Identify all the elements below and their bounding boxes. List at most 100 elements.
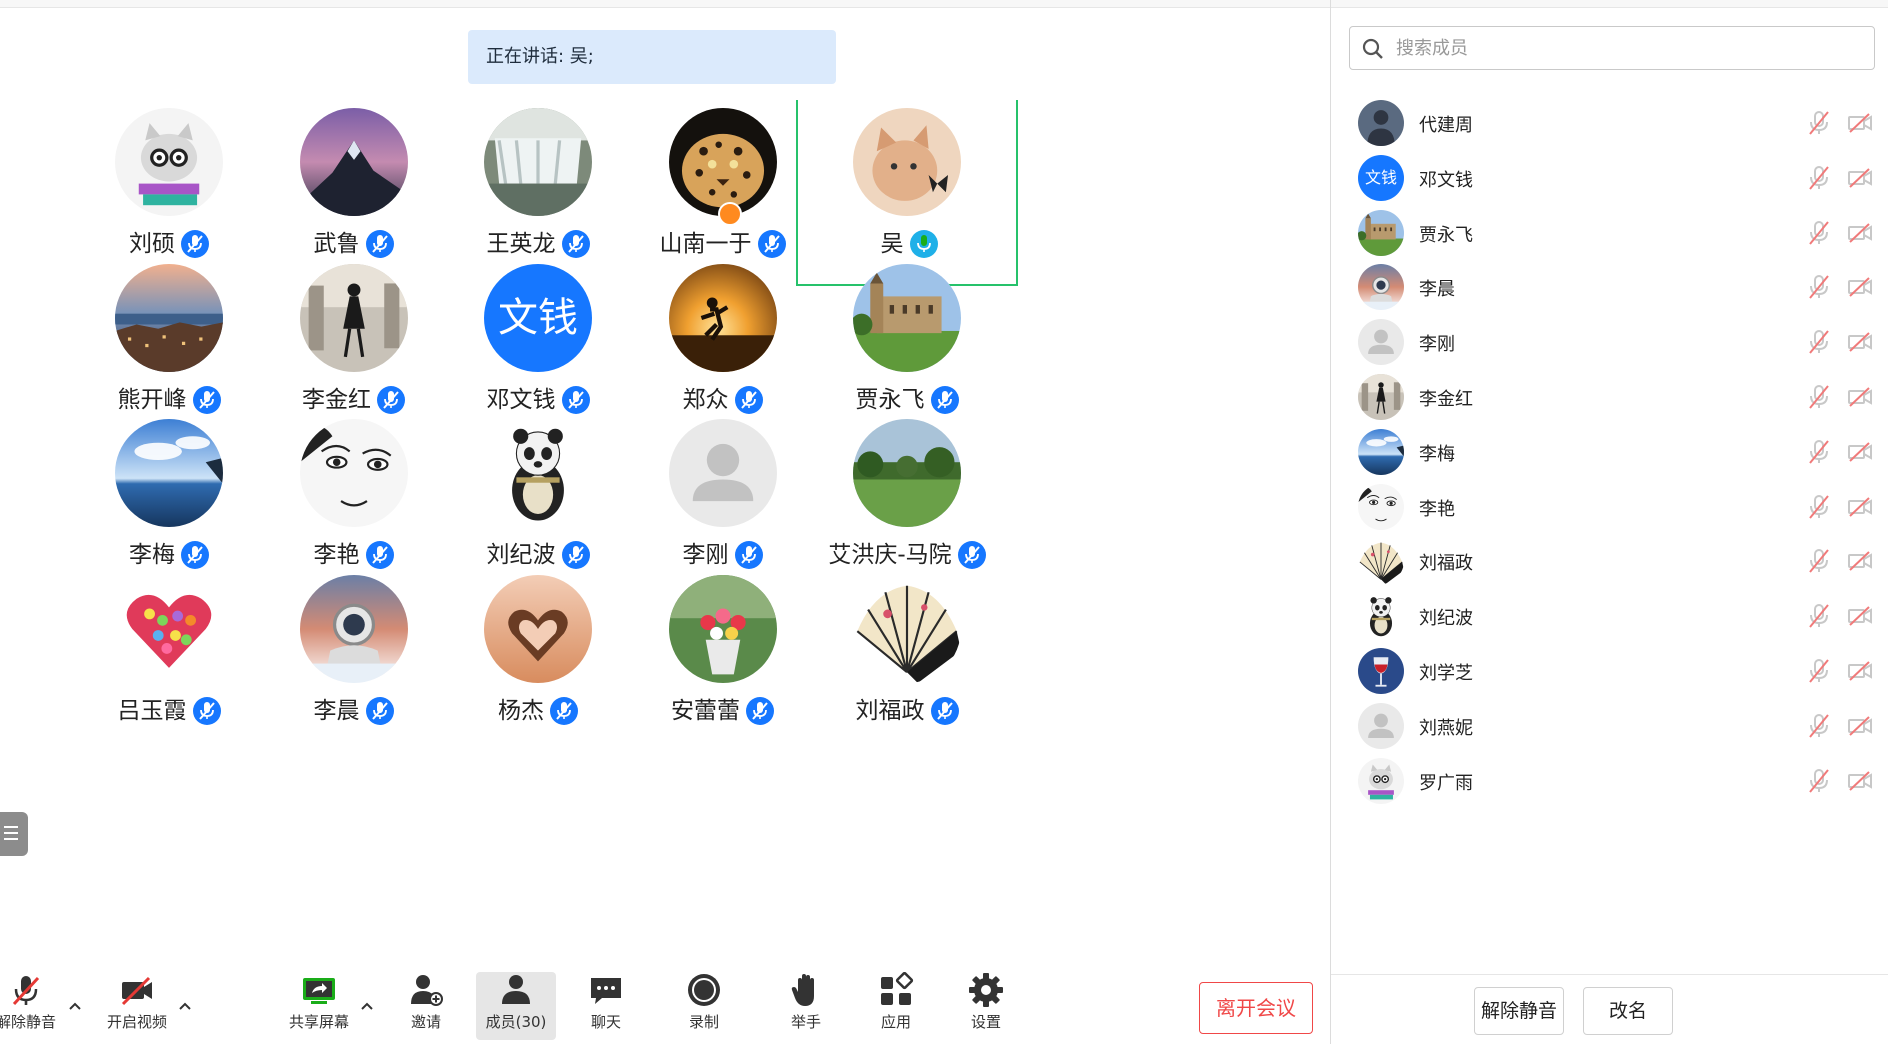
- microphone-muted-icon[interactable]: [1807, 384, 1831, 410]
- leave-meeting-button[interactable]: 离开会议: [1199, 982, 1313, 1034]
- microphone-muted-icon: [734, 385, 763, 414]
- avatar: [115, 574, 223, 683]
- record-icon: [688, 974, 720, 1006]
- camera-off-icon: [121, 976, 152, 1006]
- participant-name: 安蕾蕾: [671, 697, 740, 724]
- avatar: [668, 108, 777, 216]
- member-name: 刘福政: [1419, 553, 1473, 575]
- member-panel: 代建周文钱邓文钱贾永飞李晨李刚李金红李梅李艳刘福政刘纪波刘学芝刘燕妮罗广雨 解除…: [1330, 0, 1888, 1044]
- microphone-muted-icon[interactable]: [1807, 110, 1831, 136]
- avatar: [299, 108, 408, 216]
- camera-off-icon[interactable]: [1847, 496, 1873, 518]
- camera-off-icon[interactable]: [1847, 222, 1873, 244]
- member-name: 李刚: [1419, 334, 1455, 356]
- member-search: [1349, 26, 1875, 70]
- microphone-muted-icon[interactable]: [1807, 439, 1831, 465]
- avatar: [853, 574, 961, 683]
- avatar: [1358, 100, 1404, 146]
- microphone-muted-icon: [957, 541, 986, 569]
- chevron-up-icon[interactable]: [360, 1000, 374, 1012]
- avatar: [484, 419, 592, 527]
- share-screen-button[interactable]: 共享屏幕: [282, 972, 356, 1040]
- microphone-muted-icon: [734, 541, 763, 569]
- search-input[interactable]: [1396, 35, 1856, 61]
- add-user-icon: [411, 975, 443, 1006]
- share-screen-icon: [303, 978, 335, 1004]
- camera-off-icon[interactable]: [1847, 112, 1873, 134]
- microphone-muted-icon: [930, 385, 959, 414]
- avatar: [668, 574, 777, 683]
- microphone-muted-icon: [930, 696, 959, 725]
- chat-button[interactable]: 聊天: [578, 972, 634, 1040]
- chevron-up-icon[interactable]: [178, 1000, 192, 1012]
- camera-off-icon[interactable]: [1847, 605, 1873, 627]
- microphone-muted-icon[interactable]: [1807, 220, 1831, 246]
- member-name: 代建周: [1419, 115, 1473, 136]
- microphone-muted-icon[interactable]: [1807, 768, 1831, 794]
- microphone-muted-icon: [192, 696, 221, 725]
- member-list: 代建周 文钱 邓文钱 贾永飞 李晨 李刚 李金红 李梅 李艳 刘福政 刘纪波 刘学芝 刘燕妮 罗广雨: [1331, 90, 1888, 970]
- camera-off-icon[interactable]: [1847, 660, 1873, 682]
- microphone-muted-icon: [550, 696, 578, 725]
- avatar: [668, 263, 777, 372]
- participant-name: 刘福政: [855, 697, 925, 724]
- microphone-muted-icon[interactable]: [1807, 658, 1831, 684]
- avatar: [1358, 483, 1404, 530]
- avatar: [1358, 648, 1404, 694]
- camera-off-icon[interactable]: [1847, 441, 1873, 463]
- invite-button[interactable]: 邀请: [396, 972, 456, 1040]
- avatar: [115, 419, 223, 527]
- rename-button[interactable]: 改名: [1583, 987, 1673, 1035]
- hand-icon: [791, 974, 814, 1006]
- member-name: 刘纪波: [1419, 608, 1473, 630]
- microphone-muted-icon[interactable]: [1807, 603, 1831, 629]
- member-row[interactable]: 罗广雨: [1331, 748, 1888, 814]
- camera-off-icon[interactable]: [1847, 770, 1873, 792]
- camera-off-icon[interactable]: [1847, 550, 1873, 572]
- apps-button[interactable]: 应用: [868, 972, 924, 1040]
- speaking-indicator: 正在讲话: 吴;: [468, 30, 836, 84]
- participant-name: 李晨: [313, 697, 360, 724]
- microphone-muted-icon[interactable]: [1807, 494, 1831, 520]
- member-name: 李晨: [1419, 279, 1455, 301]
- microphone-muted-icon: [365, 696, 394, 725]
- microphone-muted-icon[interactable]: [1807, 165, 1831, 191]
- participant-tile[interactable]: 刘福政: [796, 567, 1018, 753]
- camera-off-icon[interactable]: [1847, 386, 1873, 408]
- avatar: [299, 419, 408, 527]
- microphone-muted-icon[interactable]: [1807, 548, 1831, 574]
- microphone-muted-icon: [192, 385, 221, 414]
- microphone-muted-icon[interactable]: [1807, 713, 1831, 739]
- side-menu-handle[interactable]: [0, 812, 28, 856]
- member-name: 李金红: [1419, 389, 1473, 410]
- chat-icon: [591, 978, 621, 1004]
- avatar: [853, 263, 961, 372]
- apps-icon: [881, 972, 914, 1005]
- meeting-toolbar: 解除静音 开启视频 共享屏幕 邀请 成员(30) 聊天 录制 举手 应用 设置: [0, 960, 1330, 1044]
- participant-name: 杨杰: [498, 697, 544, 724]
- microphone-muted-icon[interactable]: [1807, 329, 1831, 355]
- start-video-button[interactable]: 开启视频: [98, 972, 176, 1040]
- avatar: [1358, 702, 1404, 749]
- unmute-button[interactable]: 解除静音: [0, 972, 58, 1040]
- camera-off-icon[interactable]: [1847, 167, 1873, 189]
- members-button[interactable]: 成员(30): [476, 972, 556, 1040]
- microphone-muted-icon[interactable]: [1807, 274, 1831, 300]
- camera-off-icon[interactable]: [1847, 276, 1873, 298]
- members-icon: [502, 975, 530, 1004]
- settings-button[interactable]: 设置: [958, 972, 1014, 1040]
- avatar: [1358, 428, 1404, 475]
- record-button[interactable]: 录制: [676, 972, 732, 1040]
- avatar: [1358, 264, 1404, 311]
- avatar: [484, 574, 592, 683]
- microphone-muted-icon: [561, 385, 590, 414]
- raise-hand-button[interactable]: 举手: [778, 972, 834, 1040]
- member-name: 李梅: [1419, 443, 1455, 465]
- member-name: 罗广雨: [1419, 772, 1473, 794]
- camera-off-icon[interactable]: [1847, 331, 1873, 353]
- microphone-active-icon: [909, 230, 938, 258]
- avatar: [1358, 757, 1404, 804]
- unmute-all-button[interactable]: 解除静音: [1474, 987, 1564, 1035]
- camera-off-icon[interactable]: [1847, 715, 1873, 737]
- chevron-up-icon[interactable]: [68, 1000, 82, 1012]
